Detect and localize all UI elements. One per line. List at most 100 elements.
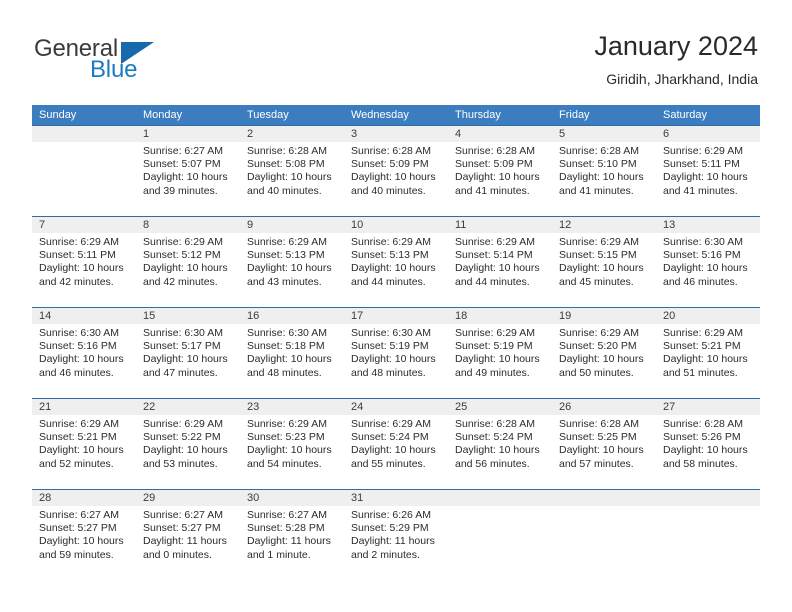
calendar-page: General Blue January 2024 Giridih, Jhark… — [0, 0, 792, 612]
day-cell[interactable]: 5 Sunrise: 6:28 AM Sunset: 5:10 PM Dayli… — [552, 126, 656, 216]
sunset-text: Sunset: 5:18 PM — [247, 340, 325, 353]
daylight-text-line2: and 42 minutes. — [39, 275, 114, 288]
daylight-text-line1: Daylight: 10 hours — [663, 444, 748, 457]
weekday-header-tuesday: Tuesday — [247, 109, 289, 121]
daylight-text-line1: Daylight: 10 hours — [247, 444, 332, 457]
sunrise-text: Sunrise: 6:29 AM — [351, 418, 431, 430]
day-number: 23 — [247, 401, 260, 413]
general-blue-logo[interactable]: General Blue — [34, 36, 174, 86]
day-details: Sunrise: 6:30 AM Sunset: 5:18 PM Dayligh… — [247, 327, 338, 380]
sunset-text: Sunset: 5:11 PM — [663, 158, 740, 171]
daylight-text-line2: and 53 minutes. — [143, 457, 218, 470]
day-cell[interactable]: 19 Sunrise: 6:29 AM Sunset: 5:20 PM Dayl… — [552, 308, 656, 398]
calendar-week-row: 28 Sunrise: 6:27 AM Sunset: 5:27 PM Dayl… — [32, 489, 760, 580]
day-cell[interactable]: 28 Sunrise: 6:27 AM Sunset: 5:27 PM Dayl… — [32, 490, 136, 580]
daylight-text-line1: Daylight: 11 hours — [351, 535, 435, 548]
sunrise-text: Sunrise: 6:30 AM — [39, 327, 119, 339]
day-details: Sunrise: 6:29 AM Sunset: 5:21 PM Dayligh… — [663, 327, 754, 380]
weekday-header-monday: Monday — [143, 109, 183, 121]
day-details: Sunrise: 6:29 AM Sunset: 5:23 PM Dayligh… — [247, 418, 338, 471]
daylight-text-line1: Daylight: 10 hours — [143, 353, 228, 366]
daylight-text-line1: Daylight: 10 hours — [455, 262, 540, 275]
daylight-text-line2: and 46 minutes. — [663, 275, 738, 288]
day-cell[interactable]: 11 Sunrise: 6:29 AM Sunset: 5:14 PM Dayl… — [448, 217, 552, 307]
day-cell[interactable]: 7 Sunrise: 6:29 AM Sunset: 5:11 PM Dayli… — [32, 217, 136, 307]
day-cell[interactable]: 23 Sunrise: 6:29 AM Sunset: 5:23 PM Dayl… — [240, 399, 344, 489]
sunset-text: Sunset: 5:12 PM — [143, 249, 221, 262]
sunset-text: Sunset: 5:21 PM — [663, 340, 741, 353]
day-cell[interactable] — [32, 126, 136, 216]
daylight-text-line1: Daylight: 10 hours — [247, 171, 332, 184]
day-details: Sunrise: 6:29 AM Sunset: 5:20 PM Dayligh… — [559, 327, 650, 380]
daylight-text-line2: and 44 minutes. — [455, 275, 530, 288]
day-number: 1 — [143, 128, 150, 140]
sunrise-text: Sunrise: 6:28 AM — [455, 145, 535, 157]
day-cell[interactable]: 6 Sunrise: 6:29 AM Sunset: 5:11 PM Dayli… — [656, 126, 760, 216]
sunset-text: Sunset: 5:24 PM — [455, 431, 533, 444]
daylight-text-line1: Daylight: 10 hours — [559, 353, 644, 366]
day-details: Sunrise: 6:28 AM Sunset: 5:24 PM Dayligh… — [455, 418, 546, 471]
daylight-text-line1: Daylight: 10 hours — [143, 171, 228, 184]
day-cell[interactable]: 18 Sunrise: 6:29 AM Sunset: 5:19 PM Dayl… — [448, 308, 552, 398]
daylight-text-line2: and 41 minutes. — [559, 184, 634, 197]
day-number: 10 — [351, 219, 364, 231]
day-cell[interactable]: 14 Sunrise: 6:30 AM Sunset: 5:16 PM Dayl… — [32, 308, 136, 398]
sunrise-text: Sunrise: 6:29 AM — [39, 236, 119, 248]
daylight-text-line1: Daylight: 10 hours — [455, 353, 540, 366]
daylight-text-line1: Daylight: 10 hours — [663, 171, 748, 184]
day-cell[interactable]: 2 Sunrise: 6:28 AM Sunset: 5:08 PM Dayli… — [240, 126, 344, 216]
sunset-text: Sunset: 5:16 PM — [39, 340, 117, 353]
daylight-text-line1: Daylight: 10 hours — [351, 262, 436, 275]
day-number: 11 — [455, 219, 467, 231]
day-number: 26 — [559, 401, 572, 413]
daylight-text-line1: Daylight: 10 hours — [143, 262, 228, 275]
day-cell[interactable]: 4 Sunrise: 6:28 AM Sunset: 5:09 PM Dayli… — [448, 126, 552, 216]
day-cell[interactable] — [448, 490, 552, 580]
day-cell[interactable]: 8 Sunrise: 6:29 AM Sunset: 5:12 PM Dayli… — [136, 217, 240, 307]
sunset-text: Sunset: 5:22 PM — [143, 431, 221, 444]
day-details: Sunrise: 6:28 AM Sunset: 5:09 PM Dayligh… — [351, 145, 442, 198]
day-number: 31 — [351, 492, 364, 504]
day-cell[interactable] — [552, 490, 656, 580]
day-details: Sunrise: 6:28 AM Sunset: 5:25 PM Dayligh… — [559, 418, 650, 471]
day-cell[interactable]: 16 Sunrise: 6:30 AM Sunset: 5:18 PM Dayl… — [240, 308, 344, 398]
sunrise-text: Sunrise: 6:29 AM — [455, 327, 535, 339]
day-cell[interactable]: 20 Sunrise: 6:29 AM Sunset: 5:21 PM Dayl… — [656, 308, 760, 398]
calendar-week-row: 7 Sunrise: 6:29 AM Sunset: 5:11 PM Dayli… — [32, 216, 760, 307]
day-cell[interactable]: 21 Sunrise: 6:29 AM Sunset: 5:21 PM Dayl… — [32, 399, 136, 489]
day-cell[interactable]: 3 Sunrise: 6:28 AM Sunset: 5:09 PM Dayli… — [344, 126, 448, 216]
daylight-text-line1: Daylight: 10 hours — [39, 262, 124, 275]
day-cell[interactable] — [656, 490, 760, 580]
day-cell[interactable]: 24 Sunrise: 6:29 AM Sunset: 5:24 PM Dayl… — [344, 399, 448, 489]
day-cell[interactable]: 29 Sunrise: 6:27 AM Sunset: 5:27 PM Dayl… — [136, 490, 240, 580]
daylight-text-line2: and 54 minutes. — [247, 457, 322, 470]
day-cell[interactable]: 30 Sunrise: 6:27 AM Sunset: 5:28 PM Dayl… — [240, 490, 344, 580]
sunrise-text: Sunrise: 6:28 AM — [663, 418, 743, 430]
sunset-text: Sunset: 5:19 PM — [351, 340, 429, 353]
sunset-text: Sunset: 5:20 PM — [559, 340, 637, 353]
day-number: 8 — [143, 219, 150, 231]
day-cell[interactable]: 31 Sunrise: 6:26 AM Sunset: 5:29 PM Dayl… — [344, 490, 448, 580]
day-cell[interactable]: 22 Sunrise: 6:29 AM Sunset: 5:22 PM Dayl… — [136, 399, 240, 489]
day-cell[interactable]: 27 Sunrise: 6:28 AM Sunset: 5:26 PM Dayl… — [656, 399, 760, 489]
daylight-text-line1: Daylight: 10 hours — [663, 262, 748, 275]
day-cell[interactable]: 1 Sunrise: 6:27 AM Sunset: 5:07 PM Dayli… — [136, 126, 240, 216]
day-cell[interactable]: 9 Sunrise: 6:29 AM Sunset: 5:13 PM Dayli… — [240, 217, 344, 307]
daylight-text-line1: Daylight: 10 hours — [455, 171, 540, 184]
day-cell[interactable]: 12 Sunrise: 6:29 AM Sunset: 5:15 PM Dayl… — [552, 217, 656, 307]
daylight-text-line2: and 44 minutes. — [351, 275, 426, 288]
day-cell[interactable]: 26 Sunrise: 6:28 AM Sunset: 5:25 PM Dayl… — [552, 399, 656, 489]
daylight-text-line2: and 56 minutes. — [455, 457, 530, 470]
day-number: 29 — [143, 492, 156, 504]
day-cell[interactable]: 10 Sunrise: 6:29 AM Sunset: 5:13 PM Dayl… — [344, 217, 448, 307]
sunset-text: Sunset: 5:21 PM — [39, 431, 117, 444]
day-cell[interactable]: 13 Sunrise: 6:30 AM Sunset: 5:16 PM Dayl… — [656, 217, 760, 307]
day-cell[interactable]: 15 Sunrise: 6:30 AM Sunset: 5:17 PM Dayl… — [136, 308, 240, 398]
day-cell[interactable]: 17 Sunrise: 6:30 AM Sunset: 5:19 PM Dayl… — [344, 308, 448, 398]
day-cell[interactable]: 25 Sunrise: 6:28 AM Sunset: 5:24 PM Dayl… — [448, 399, 552, 489]
sunrise-text: Sunrise: 6:28 AM — [351, 145, 431, 157]
day-number: 24 — [351, 401, 364, 413]
weekday-header-saturday: Saturday — [663, 109, 708, 121]
sunset-text: Sunset: 5:09 PM — [351, 158, 429, 171]
sunrise-text: Sunrise: 6:30 AM — [143, 327, 223, 339]
